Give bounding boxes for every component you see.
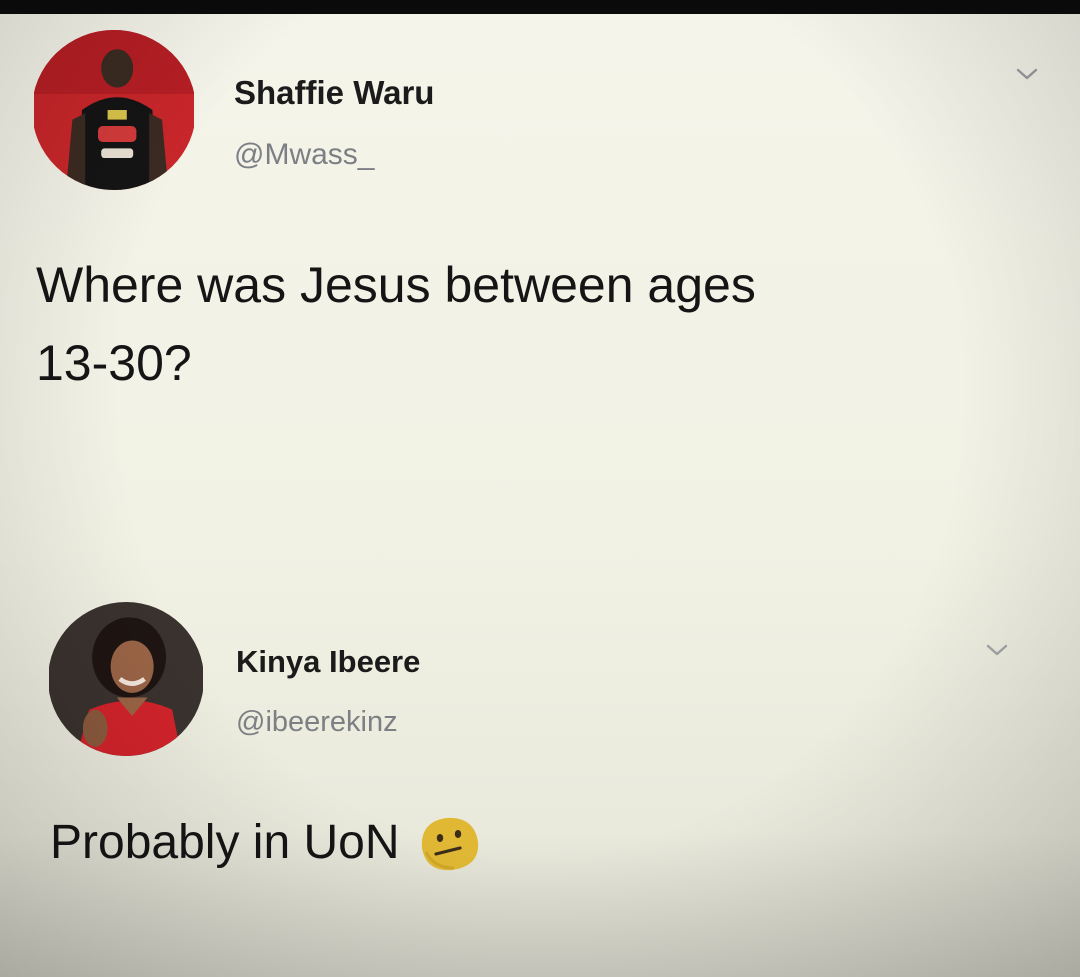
profile-photo-icon [34, 30, 194, 190]
display-name[interactable]: Kinya Ibeere [236, 644, 420, 680]
tweet[interactable]: Shaffie Waru @Mwass_ Where was Jesus bet… [0, 14, 1080, 444]
chevron-down-icon[interactable] [985, 642, 1009, 658]
user-handle[interactable]: @Mwass_ [234, 138, 374, 172]
confused-face-icon [414, 808, 484, 878]
display-name[interactable]: Shaffie Waru [234, 74, 434, 112]
tweet-text: Where was Jesus between ages 13-30? [36, 257, 756, 391]
user-handle[interactable]: @ibeerekinz [236, 706, 398, 739]
tweet-text: Probably in UoN [50, 816, 400, 869]
screenshot-frame: Shaffie Waru @Mwass_ Where was Jesus bet… [0, 14, 1080, 977]
tweet[interactable]: Kinya Ibeere @ibeerekinz Probably in UoN [0, 594, 1080, 977]
profile-photo-icon [49, 602, 203, 756]
tweet-text-row: Probably in UoN [50, 804, 950, 882]
avatar[interactable] [48, 602, 204, 756]
avatar[interactable] [32, 30, 196, 190]
chevron-down-icon[interactable] [1015, 66, 1039, 82]
